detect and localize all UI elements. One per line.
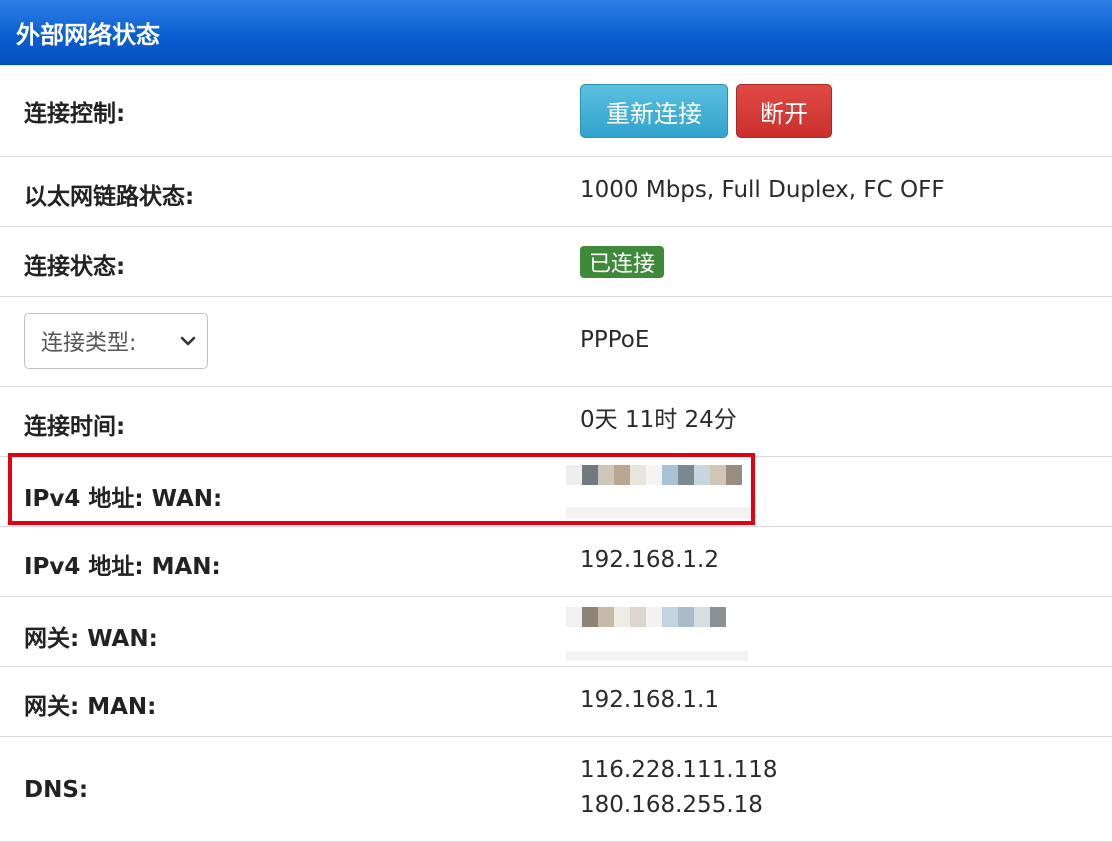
dns-primary-value: 116.228.111.118 [580, 757, 778, 783]
reconnect-button[interactable]: 重新连接 [580, 84, 728, 138]
gateway-wan-label: 网关: WAN: [24, 626, 158, 652]
row-gateway-man: 网关: MAN: 192.168.1.1 [0, 667, 1112, 737]
dns-label: DNS: [24, 777, 89, 803]
panel-title: 外部网络状态 [16, 20, 160, 49]
row-gateway-wan: 网关: WAN: [0, 597, 1112, 667]
connection-time-label: 连接时间: [24, 414, 126, 440]
ethernet-link-label: 以太网链路状态: [24, 184, 195, 210]
gateway-man-label: 网关: MAN: [24, 694, 157, 720]
disconnect-button[interactable]: 断开 [736, 84, 832, 138]
connection-time-value: 0天 11时 24分 [580, 407, 737, 433]
row-ipv4-man: IPv4 地址: MAN: 192.168.1.2 [0, 527, 1112, 597]
chevron-down-icon [180, 336, 196, 346]
ipv4-man-label: IPv4 地址: MAN: [24, 554, 221, 580]
status-badge: 已连接 [580, 246, 665, 278]
connection-status-label: 连接状态: [24, 254, 126, 280]
connection-type-value: PPPoE [580, 327, 650, 353]
connection-type-select[interactable]: 连接类型: [24, 313, 208, 369]
redacted-gateway-wan [566, 607, 726, 627]
connection-type-select-value: 连接类型: [41, 331, 137, 356]
panel-header: 外部网络状态 [0, 0, 1112, 65]
dns-secondary-value: 180.168.255.18 [580, 792, 763, 818]
row-connection-type: 连接类型: PPPoE [0, 297, 1112, 387]
ipv4-man-value: 192.168.1.2 [580, 547, 719, 573]
connection-control-label: 连接控制: [24, 101, 126, 127]
row-connection-status: 连接状态: 已连接 [0, 227, 1112, 297]
external-network-status-panel: 外部网络状态 连接控制: 重新连接 断开 以太网链路状态: 1000 Mbps,… [0, 0, 1112, 842]
row-ethernet-link: 以太网链路状态: 1000 Mbps, Full Duplex, FC OFF [0, 157, 1112, 227]
ethernet-link-value: 1000 Mbps, Full Duplex, FC OFF [580, 177, 945, 203]
row-connection-time: 连接时间: 0天 11时 24分 [0, 387, 1112, 457]
highlight-box [8, 453, 755, 525]
row-dns: DNS: 116.228.111.118 180.168.255.18 [0, 737, 1112, 842]
redacted-gateway-wan-blur [566, 651, 748, 661]
gateway-man-value: 192.168.1.1 [580, 687, 719, 713]
row-connection-control: 连接控制: 重新连接 断开 [0, 65, 1112, 157]
